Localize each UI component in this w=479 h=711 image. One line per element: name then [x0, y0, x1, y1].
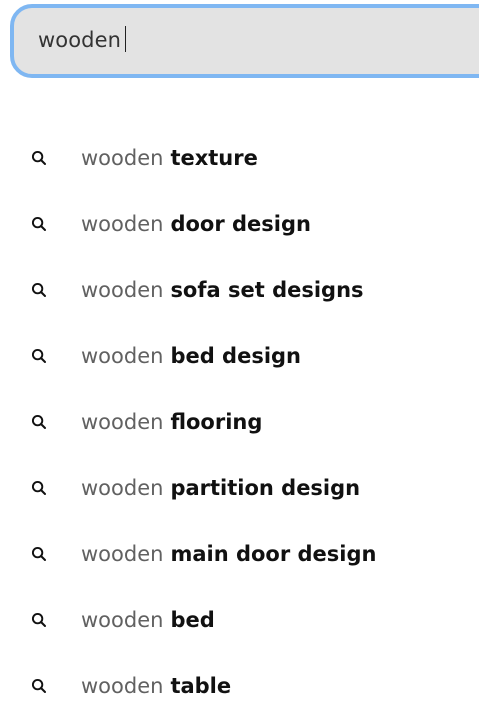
- search-input[interactable]: wooden: [38, 26, 127, 52]
- suggestion-completion: main door design: [170, 542, 377, 566]
- suggestion-item[interactable]: wooden door design: [0, 192, 479, 258]
- suggestion-item[interactable]: wooden main door design: [0, 522, 479, 588]
- suggestion-prefix: wooden: [81, 278, 164, 302]
- suggestion-text: wooden texture: [81, 145, 258, 171]
- suggestion-prefix: wooden: [81, 212, 164, 236]
- suggestion-text: wooden sofa set designs: [81, 277, 364, 303]
- suggestion-item[interactable]: wooden table: [0, 654, 479, 711]
- suggestion-text: wooden bed design: [81, 343, 301, 369]
- suggestion-completion: flooring: [170, 410, 263, 434]
- search-icon: [31, 546, 46, 561]
- suggestion-item[interactable]: wooden flooring: [0, 390, 479, 456]
- search-icon: [31, 612, 46, 627]
- suggestion-item[interactable]: wooden bed: [0, 588, 479, 654]
- suggestion-prefix: wooden: [81, 674, 164, 698]
- suggestion-text: wooden main door design: [81, 541, 376, 567]
- suggestion-prefix: wooden: [81, 146, 164, 170]
- suggestion-text: wooden bed: [81, 607, 215, 633]
- suggestion-item[interactable]: wooden bed design: [0, 324, 479, 390]
- search-input-value: wooden: [38, 28, 122, 52]
- suggestion-completion: table: [170, 674, 232, 698]
- suggestion-text: wooden door design: [81, 211, 311, 237]
- suggestion-completion: bed: [170, 608, 215, 632]
- suggestion-list: wooden texture wooden door design wooden so…: [0, 126, 479, 711]
- suggestion-completion: partition design: [170, 476, 361, 500]
- suggestion-item[interactable]: wooden sofa set designs: [0, 258, 479, 324]
- suggestion-completion: sofa set designs: [170, 278, 364, 302]
- suggestion-prefix: wooden: [81, 542, 164, 566]
- suggestion-text: wooden table: [81, 673, 231, 699]
- search-icon: [31, 282, 46, 297]
- search-suggestions-page: wooden wooden texture wooden door design w…: [0, 0, 479, 711]
- suggestion-item[interactable]: wooden texture: [0, 126, 479, 192]
- suggestion-prefix: wooden: [81, 344, 164, 368]
- suggestion-completion: texture: [170, 146, 258, 170]
- search-icon: [31, 480, 46, 495]
- search-box[interactable]: wooden: [10, 4, 479, 78]
- text-caret: [125, 26, 127, 52]
- suggestion-completion: bed design: [170, 344, 302, 368]
- suggestion-item[interactable]: wooden partition design: [0, 456, 479, 522]
- suggestion-prefix: wooden: [81, 410, 164, 434]
- suggestion-text: wooden flooring: [81, 409, 262, 435]
- suggestion-text: wooden partition design: [81, 475, 360, 501]
- search-icon: [31, 414, 46, 429]
- suggestion-prefix: wooden: [81, 608, 164, 632]
- search-icon: [31, 678, 46, 693]
- search-icon: [31, 216, 46, 231]
- search-icon: [31, 348, 46, 363]
- suggestion-prefix: wooden: [81, 476, 164, 500]
- search-icon: [31, 150, 46, 165]
- suggestion-completion: door design: [170, 212, 311, 236]
